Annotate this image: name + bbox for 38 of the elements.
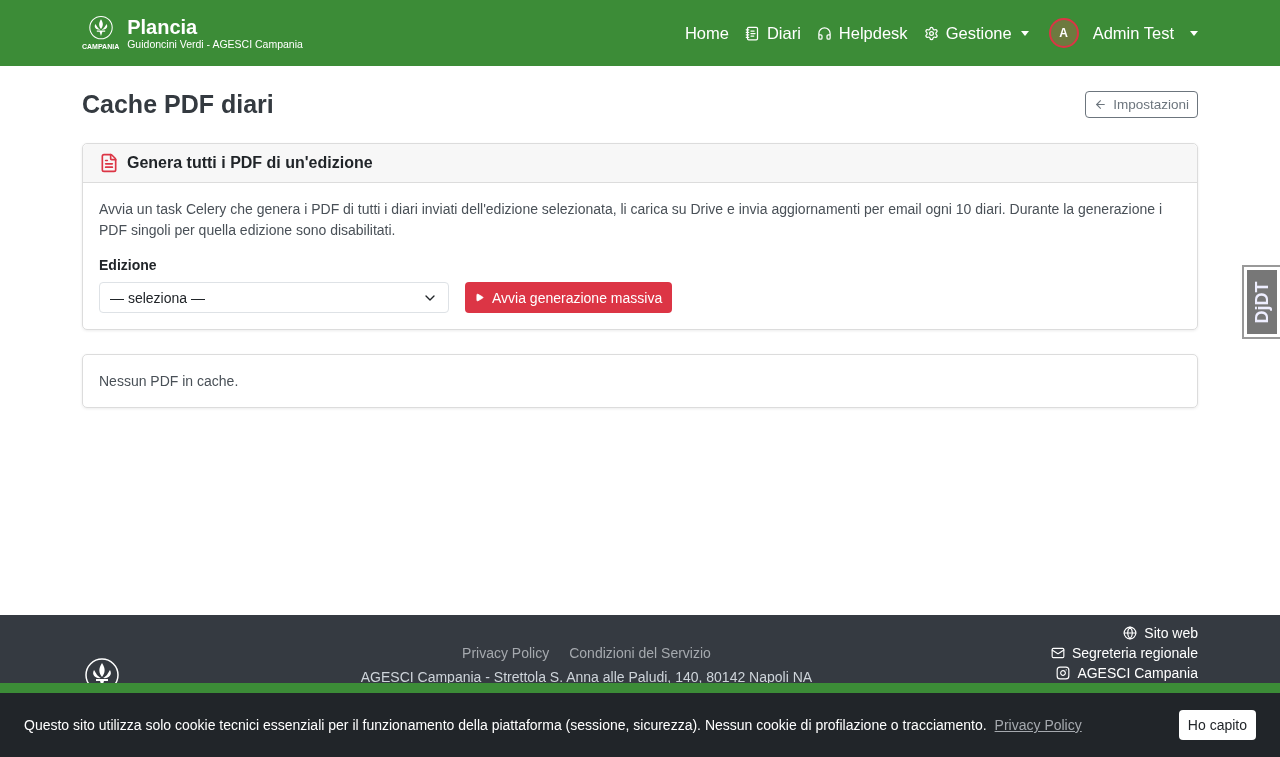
privacy-link[interactable]: Privacy Policy: [994, 717, 1082, 733]
page-title: Cache PDF diari: [82, 90, 274, 119]
gear-icon: [923, 25, 939, 41]
nav-link[interactable]: Helpdesk: [816, 23, 908, 43]
instagram-icon: [1056, 666, 1071, 680]
globe-icon: [1123, 626, 1138, 640]
mail-icon: [1050, 646, 1065, 660]
caret-icon: [1190, 30, 1198, 36]
edition-select[interactable]: — seleziona —: [99, 282, 449, 313]
brand-title[interactable]: Plancia: [127, 15, 303, 38]
contact-link[interactable]: AGESCI Campania: [1056, 665, 1198, 681]
nav-link[interactable]: Diari: [744, 23, 801, 43]
notebook-icon: [744, 25, 760, 41]
card-title: Genera tutti i PDF di un'edizione: [127, 154, 373, 172]
empty-message: Nessun PDF in cache.: [98, 372, 240, 391]
cookie-message: Questo sito utilizza solo cookie tecnici essenziali per il funzionamento della piattaforma (sessione, sicurezza). Nessun cookie di profilazione o tracciamento.: [24, 717, 987, 733]
debug-toolbar-handle[interactable]: DjDT: [1242, 265, 1280, 339]
play-icon: [475, 293, 484, 302]
field-label: Edizione: [99, 257, 158, 273]
pdf-file-icon: [99, 153, 119, 173]
user-name: Admin Test: [1092, 23, 1174, 43]
brand-subtitle: Guidoncini Verdi - AGESCI Campania: [127, 37, 303, 51]
nav-link[interactable]: Gestione: [923, 23, 1029, 43]
arrow-left-icon: [1094, 98, 1108, 111]
headset-icon: [816, 25, 832, 41]
footer-link[interactable]: Condizioni del Servizio: [569, 645, 711, 661]
nav-link[interactable]: Home: [684, 23, 729, 43]
user-menu[interactable]: A Admin Test: [1048, 18, 1198, 48]
contact-link[interactable]: Segreteria regionale: [1050, 645, 1198, 661]
contact-link[interactable]: Sito web: [1123, 625, 1198, 641]
footer-link[interactable]: Privacy Policy: [462, 645, 550, 661]
avatar: A: [1048, 18, 1079, 48]
debug-toolbar-label: DjDT: [1251, 281, 1273, 323]
description: Avvia un task Celery che genera i PDF di tutti i diari inviati dell'edizione selezionata, li carica su Drive e invia aggiornamenti per email ogni 10 diari. Durante la generazione i PDF singoli per quella edizione sono disabilitati.: [99, 200, 1164, 240]
start-button[interactable]: Avvia generazione massiva: [465, 282, 673, 313]
back-button[interactable]: Impostazioni: [1085, 91, 1198, 118]
footer-address: AGESCI Campania - Strettola S. Anna alle Paludi, 140, 80142 Napoli NA: [360, 669, 813, 685]
accept-button[interactable]: Ho capito: [1178, 710, 1256, 740]
